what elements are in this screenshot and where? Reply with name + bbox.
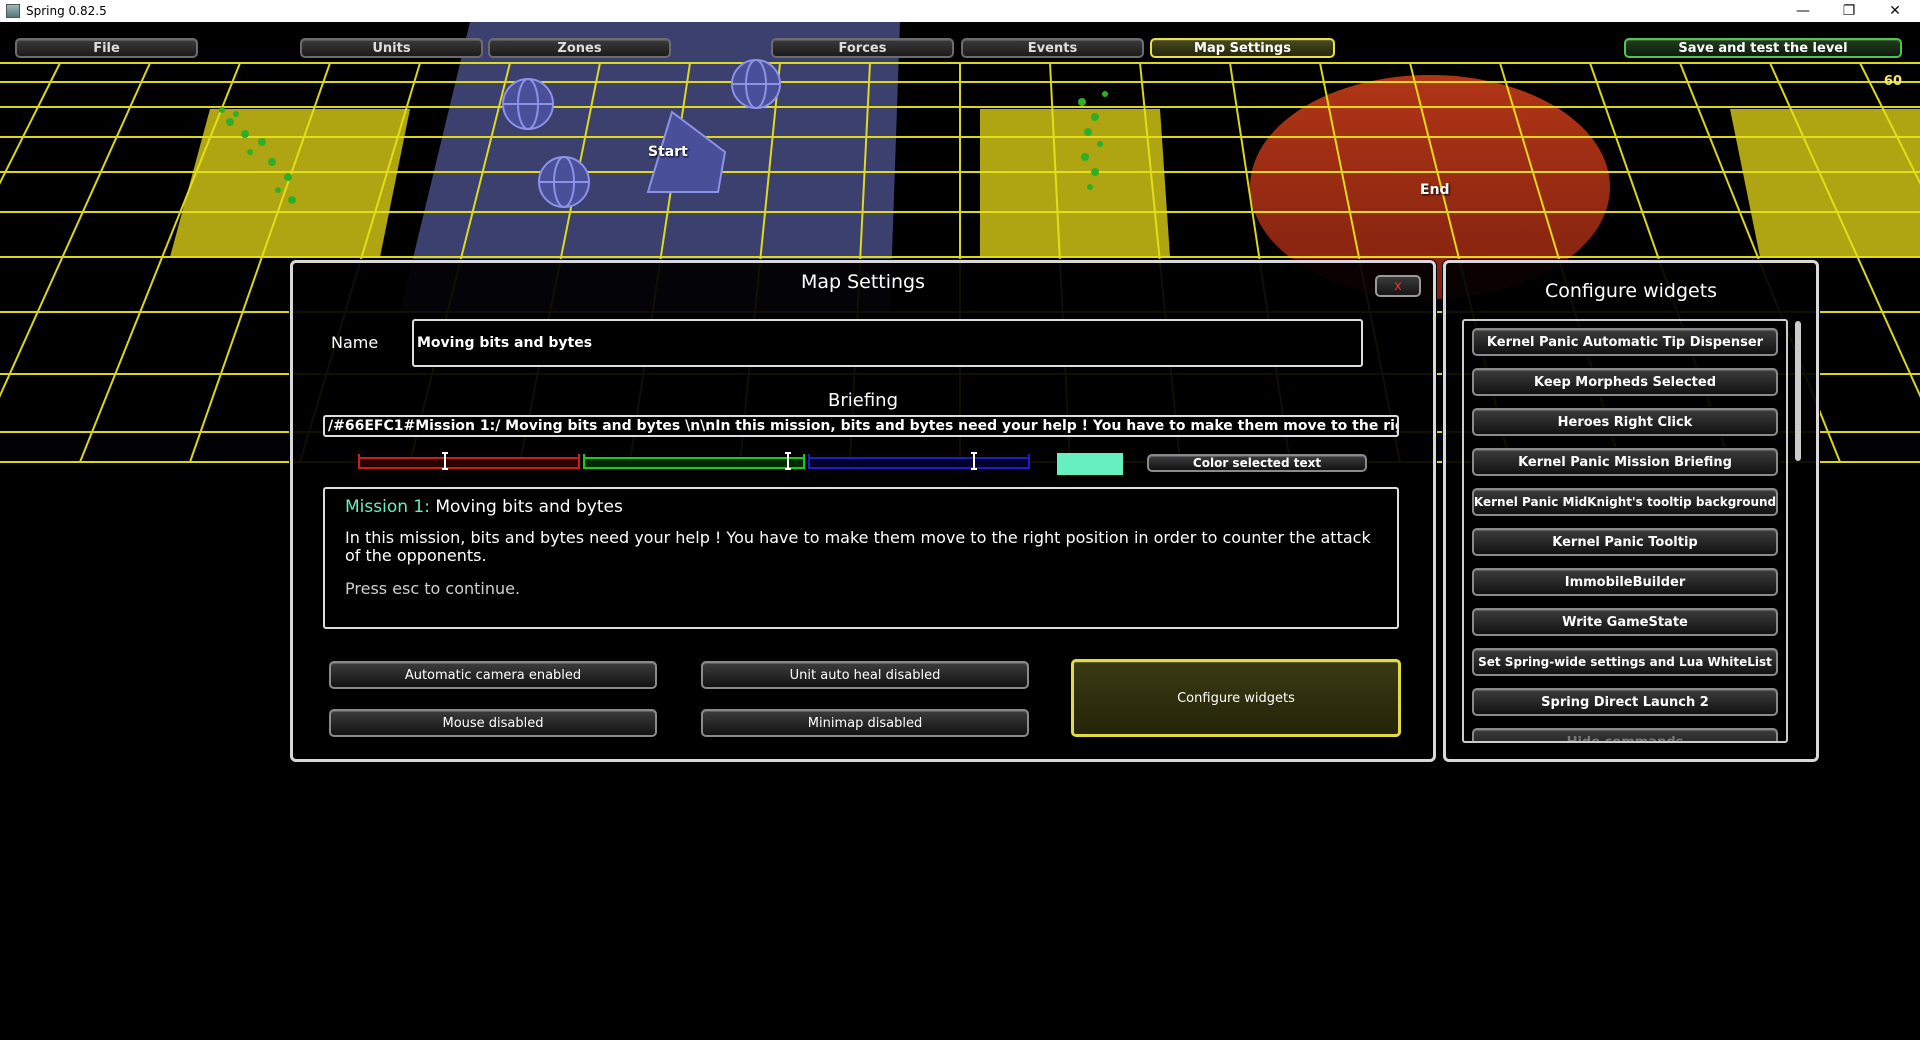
green-slider-knob[interactable] — [785, 452, 791, 470]
widget-item[interactable]: Set Spring-wide settings and Lua WhiteLi… — [1472, 648, 1778, 676]
green-slider[interactable] — [583, 452, 805, 470]
configure-widgets-button[interactable]: Configure widgets — [1071, 659, 1401, 737]
widget-list-scrollbar[interactable] — [1794, 319, 1802, 743]
name-field[interactable] — [412, 319, 1363, 367]
automatic-camera-toggle[interactable]: Automatic camera enabled — [329, 661, 657, 689]
mission-title: Moving bits and bytes — [429, 497, 623, 517]
map-settings-button[interactable]: Map Settings — [1150, 38, 1335, 58]
unit-sphere-2 — [731, 59, 781, 109]
briefing-preview: Mission 1: Moving bits and bytes In this… — [323, 487, 1399, 629]
map-settings-title: Map Settings — [800, 271, 926, 293]
briefing-preview-heading: Mission 1: Moving bits and bytes — [345, 497, 1377, 517]
red-slider-knob[interactable] — [442, 452, 448, 470]
fps-counter: 60 — [1883, 74, 1902, 89]
widget-item[interactable]: Keep Morpheds Selected — [1472, 368, 1778, 396]
configure-widgets-panel: Configure widgets Kernel Panic Automatic… — [1443, 260, 1819, 762]
blue-slider[interactable] — [808, 452, 1030, 470]
file-menu-button[interactable]: File — [15, 38, 198, 58]
briefing-input[interactable]: /#66EFC1#Mission 1:/ Moving bits and byt… — [323, 415, 1399, 437]
configure-widgets-title: Configure widgets — [1544, 280, 1718, 302]
mouse-toggle[interactable]: Mouse disabled — [329, 709, 657, 737]
widget-item[interactable]: Heroes Right Click — [1472, 408, 1778, 436]
blue-slider-knob[interactable] — [971, 452, 977, 470]
map-settings-panel: Map Settings x Name Briefing /#66EFC1#Mi… — [290, 260, 1436, 762]
minimize-button[interactable]: — — [1780, 0, 1826, 22]
window-title: Spring 0.82.5 — [26, 4, 107, 18]
widget-item[interactable]: Hide commands — [1472, 728, 1778, 741]
end-label: End — [1420, 182, 1450, 198]
units-button[interactable]: Units — [300, 38, 483, 58]
unit-sphere-1 — [502, 78, 554, 130]
name-label: Name — [331, 333, 379, 352]
unit-auto-heal-toggle[interactable]: Unit auto heal disabled — [701, 661, 1029, 689]
widget-item[interactable]: Write GameState — [1472, 608, 1778, 636]
minimap-toggle[interactable]: Minimap disabled — [701, 709, 1029, 737]
zone-yellow-1 — [170, 109, 410, 257]
briefing-preview-footer: Press esc to continue. — [345, 579, 521, 598]
save-and-test-button[interactable]: Save and test the level — [1624, 38, 1902, 58]
widget-item[interactable]: Spring Direct Launch 2 — [1472, 688, 1778, 716]
events-button[interactable]: Events — [961, 38, 1144, 58]
widget-item[interactable]: Kernel Panic Mission Briefing — [1472, 448, 1778, 476]
briefing-preview-body: In this mission, bits and bytes need you… — [345, 528, 1371, 565]
unit-sphere-3 — [538, 156, 590, 208]
restore-button[interactable]: ❐ — [1826, 0, 1872, 22]
app-icon — [6, 4, 20, 18]
widget-list-scroll-thumb[interactable] — [1795, 321, 1801, 461]
zones-button[interactable]: Zones — [488, 38, 671, 58]
briefing-label: Briefing — [828, 390, 898, 411]
start-label: Start — [648, 144, 688, 160]
widget-item[interactable]: Kernel Panic MidKnight's tooltip backgro… — [1472, 488, 1778, 516]
name-input[interactable] — [417, 335, 1358, 351]
zone-yellow-2 — [980, 109, 1170, 257]
forces-button[interactable]: Forces — [771, 38, 954, 58]
close-panel-button[interactable]: x — [1375, 275, 1421, 297]
widget-item[interactable]: ImmobileBuilder — [1472, 568, 1778, 596]
mission-prefix: Mission 1: — [345, 497, 430, 517]
widget-item[interactable]: Kernel Panic Automatic Tip Dispenser — [1472, 328, 1778, 356]
close-window-button[interactable]: ✕ — [1872, 0, 1918, 22]
widget-list[interactable]: Kernel Panic Automatic Tip Dispenser Kee… — [1462, 319, 1788, 743]
color-preview-swatch — [1057, 453, 1123, 475]
widget-item[interactable]: Kernel Panic Tooltip — [1472, 528, 1778, 556]
red-slider[interactable] — [358, 452, 580, 470]
window-titlebar: Spring 0.82.5 — ❐ ✕ — [0, 0, 1920, 22]
color-selected-text-button[interactable]: Color selected text — [1147, 454, 1367, 472]
